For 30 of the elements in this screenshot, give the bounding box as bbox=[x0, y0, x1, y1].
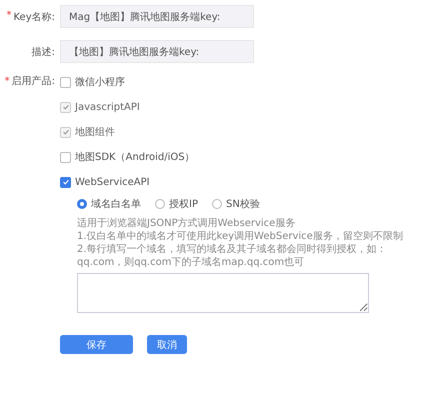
checkbox-label: JavascriptAPI bbox=[75, 102, 140, 112]
input-field[interactable]: 【地图】腾讯地图服务端key: bbox=[60, 40, 254, 63]
checkbox-label: 微信小程序 bbox=[75, 76, 125, 89]
required-mark: * bbox=[4, 75, 10, 89]
domain-textarea[interactable] bbox=[77, 273, 369, 313]
check-icon bbox=[62, 103, 70, 111]
radio-button[interactable] bbox=[155, 199, 165, 209]
required-mark: * bbox=[6, 10, 12, 22]
radio-label: 授权IP bbox=[169, 198, 198, 211]
field-label: 描述: bbox=[32, 46, 55, 58]
checkbox-label: 地图组件 bbox=[75, 126, 115, 139]
cancel-button[interactable]: 取消 bbox=[147, 335, 187, 354]
checkbox[interactable] bbox=[60, 76, 71, 88]
radio-label: 域名白名单 bbox=[91, 198, 141, 211]
radio-button[interactable] bbox=[212, 199, 222, 209]
help-text: 2.每行填写一个域名，填写的域名及其子域名都会同时得到授权，如：qq.com，则qq.com下的子域名map.qq.com也可 bbox=[77, 243, 388, 269]
radio-label: SN校验 bbox=[226, 198, 260, 211]
help-text: 1.仅白名单中的域名才可使用此key调用WebService服务，留空则不限制 bbox=[77, 230, 404, 243]
checkbox[interactable] bbox=[60, 176, 71, 188]
input-field[interactable]: Mag【地图】腾讯地图服务端key: bbox=[60, 5, 254, 28]
checkbox-label: WebServiceAPI bbox=[75, 176, 150, 188]
help-text: 适用于浏览器端JSONP方式调用Webservice服务 bbox=[77, 217, 296, 230]
save-button[interactable]: 保存 bbox=[60, 335, 133, 354]
check-icon bbox=[62, 128, 70, 136]
field-label: 启用产品: bbox=[12, 75, 55, 89]
field-label: Key名称: bbox=[14, 10, 55, 24]
checkbox[interactable] bbox=[60, 152, 71, 162]
checkbox-label: 地图SDK（Android/iOS） bbox=[75, 150, 195, 164]
radio-button[interactable] bbox=[77, 199, 87, 209]
check-icon bbox=[62, 178, 70, 186]
